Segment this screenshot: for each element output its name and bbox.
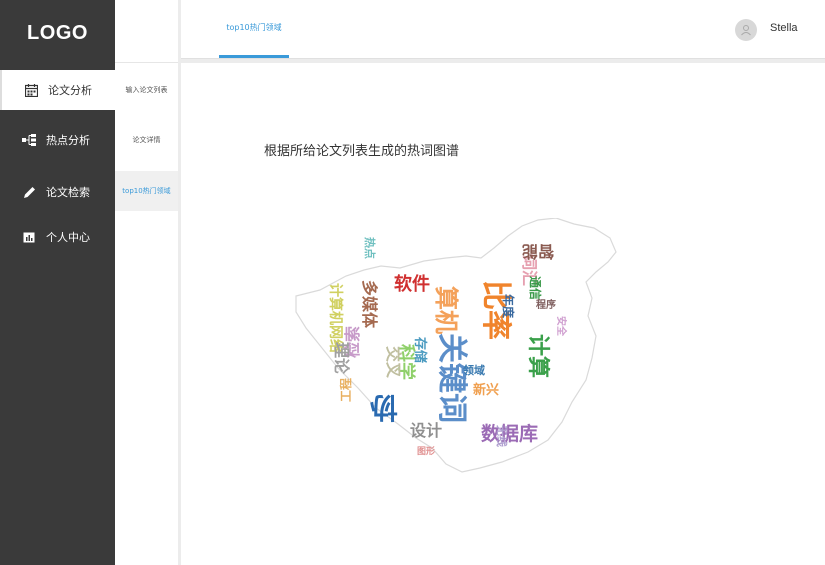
word-cloud-word: 算机 [432,286,460,334]
word-cloud-word: 交叉 [384,346,403,379]
word-cloud-word: 新兴 [473,382,499,398]
sidebar-item-label: 论文分析 [48,84,92,97]
word-cloud-word: 通信 [528,276,543,300]
sub-navigation: 输入论文列表 论文详情 top10热门领域 [115,0,181,565]
word-cloud-word: 存储 [412,337,428,363]
sidebar-item-hot-analysis[interactable]: 热点分析 [0,120,115,160]
word-cloud-word: 程序 [536,298,556,311]
word-cloud-word: 无线 [495,424,509,447]
word-cloud-word: 多媒体 [360,280,379,329]
network-icon [22,133,36,147]
sidebar-item-paper-analysis[interactable]: 论文分析 [0,70,115,110]
sidebar-item-paper-search[interactable]: 论文检索 [0,172,115,212]
word-cloud-word: 图形 [417,445,435,457]
sub-navigation-header [115,0,178,63]
word-cloud-word: 设计 [410,421,442,440]
word-cloud-word: 理论 [332,342,351,375]
word-cloud-word: 软件 [394,273,430,295]
page-title: 根据所给论文列表生成的热词图谱 [264,144,460,159]
word-cloud-word: 工程 [338,378,353,402]
username[interactable]: Stella [770,22,798,34]
subnav-item-top10-fields[interactable]: top10热门领域 [115,171,178,211]
sidebar-item-personal-center[interactable]: 个人中心 [0,217,115,257]
word-cloud-word: 年度 [501,294,516,319]
word-cloud-word: 智能 [522,242,554,261]
sidebar-item-label: 热点分析 [46,134,90,147]
word-cloud-word: 关键词 [434,333,469,423]
sidebar-item-label: 个人中心 [46,231,90,244]
tab-top10-fields[interactable]: top10热门领域 [219,0,289,58]
calendar-icon [24,83,38,97]
word-cloud-word: 协 [370,391,398,424]
chart-icon [22,230,36,244]
logo: LOGO [27,22,88,44]
user-icon [741,25,751,36]
word-cloud-word: 热点 [363,237,377,259]
subnav-item-paper-details[interactable]: 论文详情 [115,120,178,160]
word-cloud-word: 计算 [525,334,551,378]
sidebar-item-label: 论文检索 [46,186,90,199]
subnav-item-input-list[interactable]: 输入论文列表 [115,70,178,110]
pencil-icon [22,185,36,199]
word-cloud-word: 数据库 [481,422,538,445]
avatar[interactable] [735,19,757,41]
word-cloud-word: 安全 [555,316,568,337]
main-content: 根据所给论文列表生成的热词图谱 关键词 计算 比率 算机 数据库 软件 科学 多… [181,59,825,565]
sidebar: LOGO 论文分析 热点分析 论文检索 个人中心 [0,0,115,565]
word-cloud: 关键词 计算 比率 算机 数据库 软件 科学 多媒体 检索 计算机网络 词汇 智… [295,218,617,473]
top-bar: top10热门领域 Stella [181,0,825,59]
word-cloud-word: 领域 [462,363,485,377]
